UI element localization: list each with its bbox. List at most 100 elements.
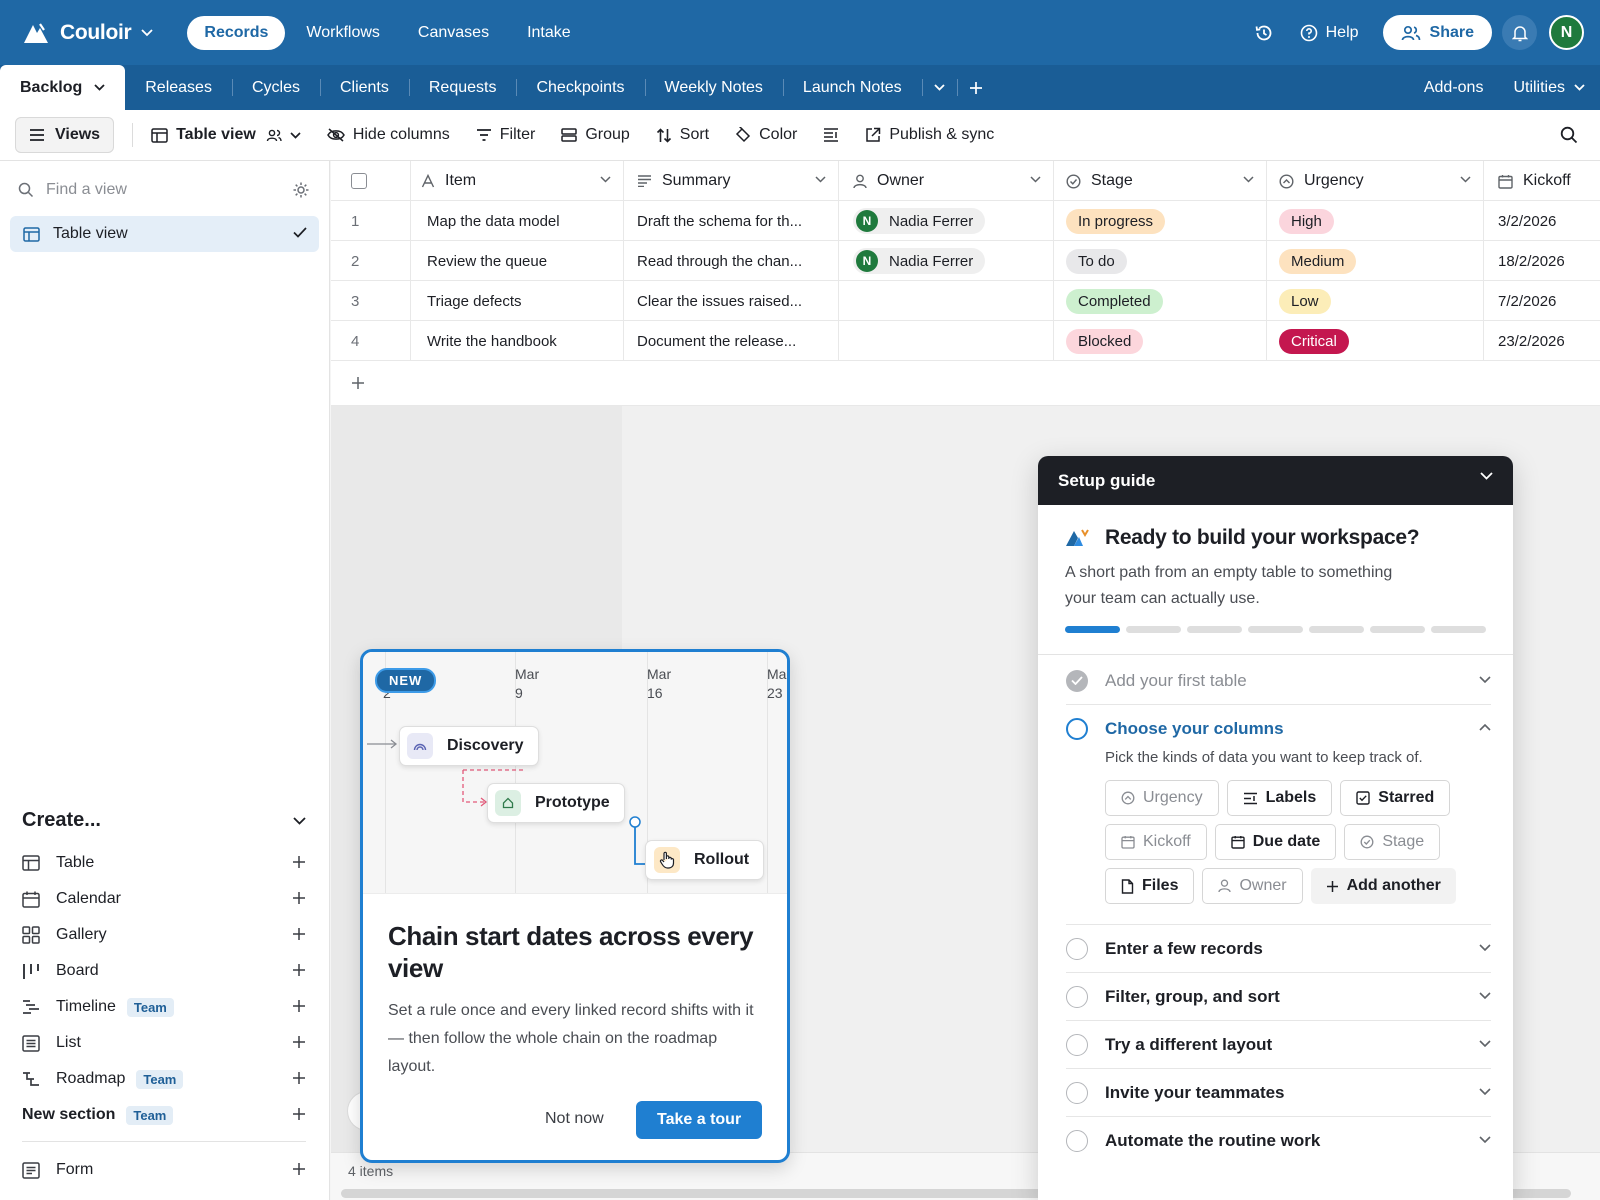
tab-requests[interactable]: Requests (408, 65, 517, 110)
create-new-section[interactable]: New section Team (22, 1097, 306, 1133)
step-filter-group-sort[interactable]: Filter, group, and sort (1066, 973, 1491, 1021)
chip-kickoff[interactable]: Kickoff (1105, 824, 1207, 860)
kickoff-cell[interactable]: 7/2/2026 (1498, 293, 1556, 310)
item-cell[interactable]: Triage defects (421, 293, 522, 310)
step-add-first-table[interactable]: Add your first table (1066, 657, 1491, 705)
kickoff-cell[interactable]: 23/2/2026 (1498, 333, 1565, 350)
column-header-summary[interactable]: Summary (624, 161, 839, 201)
chip-urgency[interactable]: Urgency (1105, 780, 1219, 816)
add-record-button[interactable] (331, 361, 1600, 406)
help-button[interactable]: Help (1300, 24, 1359, 42)
view-item-table-view[interactable]: Table view (10, 216, 319, 252)
bell-icon[interactable] (1502, 15, 1537, 50)
tab-backlog[interactable]: Backlog (0, 65, 126, 110)
more-tables-button[interactable] (921, 65, 957, 110)
create-section-toggle[interactable]: Create... (22, 809, 306, 832)
create-calendar-view[interactable]: Calendar (22, 881, 306, 917)
create-gallery-view[interactable]: Gallery (22, 917, 306, 953)
chip-due-date[interactable]: Due date (1214, 824, 1337, 860)
chip-starred[interactable]: Starred (1340, 780, 1451, 816)
row-height-button[interactable] (823, 128, 839, 142)
tab-releases[interactable]: Releases (125, 65, 232, 110)
summary-cell[interactable]: Document the release... (637, 333, 796, 350)
settings-icon[interactable] (292, 181, 310, 199)
column-header-owner[interactable]: Owner (839, 161, 1054, 201)
chevron-down-icon[interactable] (1480, 472, 1493, 480)
utilities-button[interactable]: Utilities (1498, 79, 1600, 97)
stage-cell[interactable]: Blocked (1054, 321, 1267, 361)
filter-button[interactable]: Filter (476, 126, 535, 144)
owner-cell[interactable] (839, 321, 1054, 361)
tab-launch-notes[interactable]: Launch Notes (782, 65, 922, 110)
step-automate[interactable]: Automate the routine work (1066, 1117, 1491, 1165)
urgency-cell[interactable]: Medium (1267, 241, 1484, 281)
tab-checkpoints[interactable]: Checkpoints (516, 65, 644, 110)
nav-workflows[interactable]: Workflows (289, 16, 397, 50)
table-row[interactable]: 4 Write the handbook Document the releas… (331, 321, 1600, 361)
step-header[interactable]: Choose your columns (1066, 705, 1491, 753)
sort-button[interactable]: Sort (656, 126, 709, 144)
publish-sync-button[interactable]: Publish & sync (865, 126, 994, 144)
group-button[interactable]: Group (561, 126, 630, 144)
addons-button[interactable]: Add-ons (1409, 79, 1499, 97)
urgency-cell[interactable]: Low (1267, 281, 1484, 321)
take-tour-button[interactable]: Take a tour (636, 1101, 763, 1139)
color-button[interactable]: Color (735, 126, 797, 144)
hide-columns-button[interactable]: Hide columns (326, 126, 450, 144)
table-row[interactable]: 3 Triage defects Clear the issues raised… (331, 281, 1600, 321)
nav-intake[interactable]: Intake (510, 16, 588, 50)
column-header-item[interactable]: Item (411, 161, 624, 201)
add-table-button[interactable] (956, 65, 995, 110)
column-header-kickoff[interactable]: Kickoff (1484, 161, 1600, 201)
create-board-view[interactable]: Board (22, 953, 306, 989)
kickoff-cell[interactable]: 18/2/2026 (1498, 253, 1565, 270)
stage-cell[interactable]: In progress (1054, 201, 1267, 241)
create-list-view[interactable]: List (22, 1025, 306, 1061)
urgency-cell[interactable]: High (1267, 201, 1484, 241)
column-header-stage[interactable]: Stage (1054, 161, 1267, 201)
workspace-switcher[interactable]: Couloir (22, 21, 154, 45)
create-form-view[interactable]: Form (22, 1152, 306, 1188)
chip-labels[interactable]: Labels (1226, 780, 1333, 816)
create-timeline-view[interactable]: Timeline Team (22, 989, 306, 1025)
item-cell[interactable]: Review the queue (421, 253, 547, 270)
owner-cell[interactable]: N Nadia Ferrer (839, 201, 1054, 241)
kickoff-cell[interactable]: 3/2/2026 (1498, 213, 1556, 230)
share-button[interactable]: Share (1382, 15, 1492, 50)
tab-cycles[interactable]: Cycles (231, 65, 320, 110)
chip-stage[interactable]: Stage (1344, 824, 1441, 860)
summary-cell[interactable]: Read through the chan... (637, 253, 802, 270)
item-cell[interactable]: Write the handbook (421, 333, 557, 350)
user-avatar[interactable]: N (1549, 15, 1584, 50)
setup-guide-header[interactable]: Setup guide (1038, 456, 1513, 505)
not-now-button[interactable]: Not now (535, 1101, 614, 1137)
add-another-column-button[interactable]: Add another (1310, 868, 1456, 904)
owner-cell[interactable]: N Nadia Ferrer (839, 241, 1054, 281)
current-view-menu[interactable]: Table view (151, 126, 301, 144)
owner-cell[interactable] (839, 281, 1054, 321)
urgency-cell[interactable]: Critical (1267, 321, 1484, 361)
step-invite-teammates[interactable]: Invite your teammates (1066, 1069, 1491, 1117)
step-different-layout[interactable]: Try a different layout (1066, 1021, 1491, 1069)
chip-files[interactable]: Files (1105, 868, 1195, 904)
nav-canvases[interactable]: Canvases (401, 16, 506, 50)
create-table-view[interactable]: Table (22, 845, 306, 881)
chip-owner[interactable]: Owner (1202, 868, 1303, 904)
item-cell[interactable]: Map the data model (421, 213, 560, 230)
find-view-input[interactable] (46, 181, 276, 199)
table-row[interactable]: 1 Map the data model Draft the schema fo… (331, 201, 1600, 241)
nav-records[interactable]: Records (187, 15, 286, 50)
tab-weekly-notes[interactable]: Weekly Notes (644, 65, 783, 110)
summary-cell[interactable]: Clear the issues raised... (637, 293, 802, 310)
column-header-urgency[interactable]: Urgency (1267, 161, 1484, 201)
summary-cell[interactable]: Draft the schema for th... (637, 213, 802, 230)
table-row[interactable]: 2 Review the queue Read through the chan… (331, 241, 1600, 281)
history-icon[interactable] (1254, 23, 1274, 43)
select-all-checkbox[interactable] (351, 173, 367, 189)
stage-cell[interactable]: Completed (1054, 281, 1267, 321)
search-icon[interactable] (1560, 126, 1578, 144)
step-enter-records[interactable]: Enter a few records (1066, 925, 1491, 973)
tab-clients[interactable]: Clients (319, 65, 409, 110)
views-button[interactable]: Views (15, 117, 115, 153)
create-roadmap-view[interactable]: Roadmap Team (22, 1061, 306, 1097)
